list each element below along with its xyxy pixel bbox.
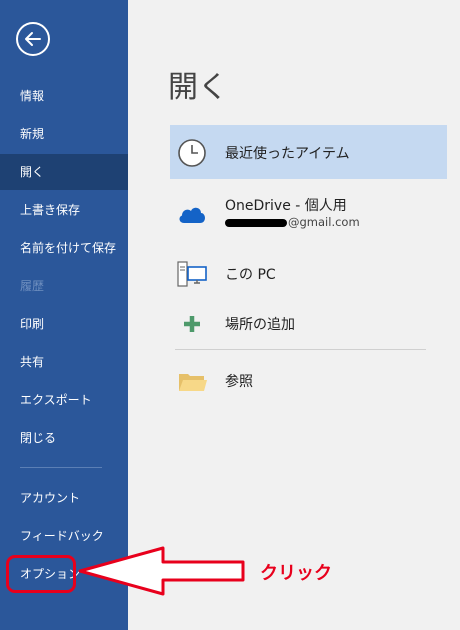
nav-print[interactable]: 印刷	[0, 306, 128, 342]
location-label: OneDrive - 個人用	[225, 198, 347, 214]
nav-history: 履歴	[20, 279, 45, 293]
location-this-pc[interactable]: この PC	[170, 246, 447, 300]
nav-share[interactable]: 共有	[0, 344, 128, 380]
plus-icon	[184, 316, 200, 332]
nav-open[interactable]: 開く	[0, 154, 128, 190]
nav-options[interactable]: オプション	[0, 556, 128, 592]
location-label: 場所の追加	[225, 317, 295, 333]
arrow-left-icon	[25, 32, 41, 46]
annotation-click-text: クリック	[260, 563, 332, 584]
page-title: 開く	[168, 70, 228, 105]
location-label: 参照	[225, 374, 253, 390]
nav-account[interactable]: アカウント	[0, 480, 128, 516]
cloud-icon	[179, 207, 205, 223]
computer-icon	[177, 261, 207, 287]
back-button[interactable]	[16, 22, 50, 56]
location-divider	[175, 349, 426, 350]
location-label: 最近使ったアイテム	[225, 146, 350, 162]
open-panel: 開く 最近使ったアイテム OneDrive - 個人用 @gmail.com こ…	[128, 0, 460, 630]
nav-save[interactable]: 上書き保存	[0, 192, 128, 228]
location-browse[interactable]: 参照	[170, 353, 447, 407]
redacted-text	[225, 218, 287, 227]
location-add-place[interactable]: 場所の追加	[170, 296, 447, 350]
location-onedrive[interactable]: OneDrive - 個人用 @gmail.com	[170, 187, 447, 241]
sidebar-divider	[20, 467, 102, 468]
nav-info[interactable]: 情報	[0, 78, 128, 114]
nav-save-as[interactable]: 名前を付けて保存	[0, 230, 128, 266]
nav-export[interactable]: エクスポート	[0, 382, 128, 418]
nav-close[interactable]: 閉じる	[0, 420, 128, 456]
location-recent[interactable]: 最近使ったアイテム	[170, 125, 447, 179]
nav-new[interactable]: 新規	[0, 116, 128, 152]
folder-icon	[179, 374, 207, 391]
backstage-sidebar: 情報 新規 開く 上書き保存 名前を付けて保存 履歴 印刷 共有 エクスポート …	[0, 0, 128, 630]
nav-feedback[interactable]: フィードバック	[0, 518, 128, 554]
onedrive-account-email: @gmail.com	[225, 215, 360, 229]
clock-icon	[178, 139, 206, 167]
location-label: この PC	[225, 267, 276, 283]
